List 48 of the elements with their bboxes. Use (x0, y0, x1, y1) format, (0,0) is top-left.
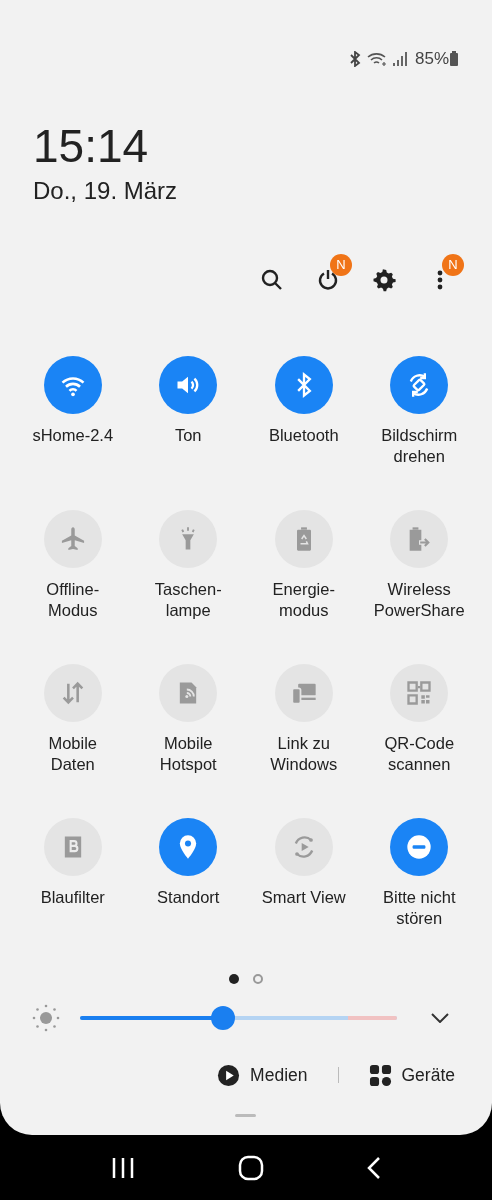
notification-badge: N (442, 254, 464, 276)
toggle-button[interactable] (159, 356, 218, 414)
toggle-label: Bitte nicht stören (382, 887, 457, 929)
toggle-label: Mobile Hotspot (158, 733, 218, 775)
panel-button[interactable]: Medien (217, 1061, 308, 1089)
slider-thumb[interactable] (210, 1006, 235, 1030)
toggle-label: Blaufilter (39, 887, 106, 908)
home-icon[interactable] (238, 1154, 264, 1181)
page-indicator[interactable] (229, 974, 239, 984)
toggle-button[interactable] (390, 356, 449, 414)
toggle-label: Bluetooth (267, 425, 340, 446)
toggle-button[interactable] (390, 818, 449, 876)
toggle-label: Link zu Windows (269, 733, 339, 775)
signal-icon (392, 51, 407, 66)
panel-button[interactable]: Geräte (368, 1061, 455, 1089)
battery-icon (450, 51, 458, 66)
toggle-label: sHome-2.4 (31, 425, 115, 446)
toggle-button[interactable] (43, 356, 102, 414)
power-icon[interactable] (316, 268, 340, 292)
battery-percentage: 85% (414, 47, 449, 70)
recent-apps-icon[interactable] (111, 1156, 136, 1179)
toggle-label: Bildschirm drehen (380, 425, 459, 467)
toggle-button[interactable] (159, 818, 218, 876)
bluetooth-icon (348, 50, 361, 67)
search-icon[interactable] (260, 268, 284, 292)
toggle-label: Standort (156, 887, 221, 908)
settings-icon[interactable] (372, 268, 396, 292)
toggle-label: Energie-modus (271, 579, 336, 621)
toggle-label: Smart View (260, 887, 347, 908)
play-icon (217, 1063, 241, 1087)
grid-icon (368, 1063, 392, 1087)
toggle-label: Mobile Daten (47, 733, 99, 775)
date-text: Do., 19. März (33, 176, 178, 206)
clock-time: 15:14 (33, 120, 149, 172)
toggle-label: Offline-Modus (45, 579, 101, 621)
toggle-button[interactable] (274, 356, 333, 414)
notification-badge: N (330, 254, 352, 276)
chevron-down-icon[interactable] (431, 1013, 449, 1023)
toggle-label: Taschen-lampe (153, 579, 223, 621)
drag-handle[interactable] (235, 1114, 256, 1117)
back-icon[interactable] (366, 1155, 381, 1180)
minus-circle-icon (405, 833, 434, 861)
toggle-label: Ton (173, 425, 203, 446)
qr-code-icon (405, 679, 434, 707)
toggle-label: Wireless PowerShare (373, 579, 466, 621)
toggle-label: QR-Code scannen (383, 733, 456, 775)
brightness-icon (32, 1004, 60, 1032)
wifi-icon (366, 50, 387, 67)
